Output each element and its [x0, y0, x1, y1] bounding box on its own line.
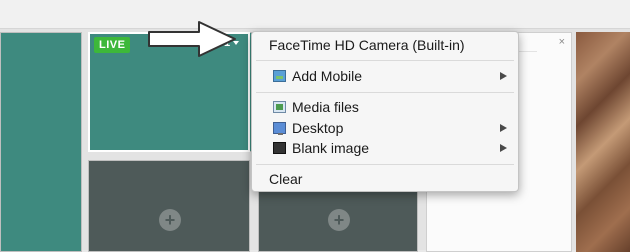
- menu-item-label: Blank image: [292, 140, 370, 156]
- menu-item-label: Desktop: [292, 120, 344, 136]
- menu-item-facetime-camera[interactable]: FaceTime HD Camera (Built-in): [252, 35, 518, 55]
- media-files-icon: [273, 101, 286, 113]
- menu-item-label: Add Mobile: [292, 68, 363, 84]
- source-context-menu: FaceTime HD Camera (Built-in) Add Mobile…: [251, 31, 519, 192]
- panel-close-icon[interactable]: ×: [559, 36, 565, 48]
- empty-tile-1[interactable]: +: [88, 160, 250, 252]
- pointer-arrow-icon: [148, 21, 236, 57]
- desktop-icon: [273, 122, 286, 135]
- submenu-arrow-icon: [500, 124, 507, 132]
- photo-icon: [273, 70, 286, 82]
- menu-separator: [256, 92, 514, 93]
- menu-item-blank-image[interactable]: Blank image: [252, 138, 518, 158]
- background-image-thumbnail: [576, 32, 630, 252]
- menu-item-label: FaceTime HD Camera (Built-in): [269, 37, 465, 53]
- menu-item-add-mobile[interactable]: Add Mobile: [252, 66, 518, 86]
- add-source-button-1[interactable]: +: [159, 209, 181, 231]
- submenu-arrow-icon: [500, 72, 507, 80]
- menu-item-desktop[interactable]: Desktop: [252, 118, 518, 138]
- blank-image-icon: [273, 142, 286, 154]
- menu-separator: [256, 164, 514, 165]
- source-tile-left[interactable]: [0, 32, 82, 252]
- add-source-button-2[interactable]: +: [328, 209, 350, 231]
- submenu-arrow-icon: [500, 144, 507, 152]
- menu-item-label: Clear: [269, 171, 303, 187]
- menu-item-media-files[interactable]: Media files: [252, 97, 518, 117]
- menu-item-clear[interactable]: Clear: [252, 169, 518, 189]
- menu-separator: [256, 60, 514, 61]
- live-badge: LIVE: [94, 37, 131, 53]
- menu-item-label: Media files: [292, 99, 359, 115]
- top-bar: [0, 0, 630, 29]
